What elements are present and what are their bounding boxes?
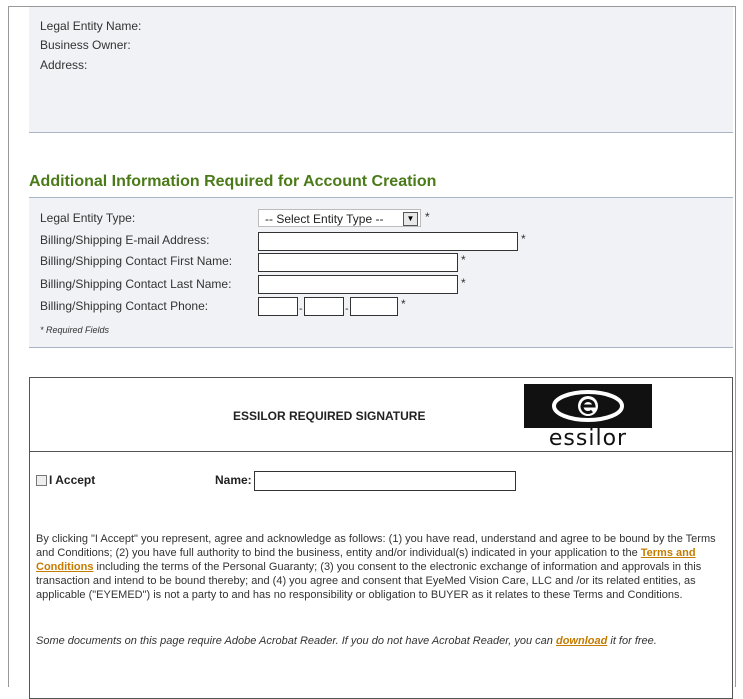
last-name-input[interactable] [258, 275, 458, 294]
name-label: Name: [215, 473, 252, 487]
legal-entity-type-value: -- Select Entity Type -- [265, 212, 384, 226]
address-label: Address: [40, 58, 88, 72]
essilor-logo-icon [524, 384, 652, 428]
legal-entity-name-label: Legal Entity Name: [40, 19, 142, 33]
acrobat-text-after: it for free. [607, 635, 657, 647]
accept-label[interactable]: I Accept [49, 473, 95, 487]
phone-label: Billing/Shipping Contact Phone: [40, 299, 209, 313]
required-asterisk: * [425, 210, 430, 224]
last-name-label: Billing/Shipping Contact Last Name: [40, 277, 232, 291]
signature-name-input[interactable] [254, 471, 516, 491]
acrobat-text-before: Some documents on this page require Adob… [36, 635, 556, 647]
terms-text-before: By clicking "I Accept" you represent, ag… [36, 533, 716, 559]
required-fields-note: * Required Fields [40, 325, 110, 335]
signature-title: ESSILOR REQUIRED SIGNATURE [233, 409, 426, 423]
first-name-input[interactable] [258, 253, 458, 272]
phone-separator: - [345, 303, 349, 315]
required-asterisk: * [401, 297, 406, 311]
additional-info-panel: Legal Entity Type: -- Select Entity Type… [29, 197, 733, 348]
required-asterisk: * [521, 232, 526, 246]
page-frame: Legal Entity Name: Business Owner: Addre… [8, 6, 736, 699]
business-owner-label: Business Owner: [40, 38, 131, 52]
required-asterisk: * [461, 276, 466, 290]
terms-paragraph: By clicking "I Accept" you represent, ag… [36, 532, 726, 602]
acrobat-note: Some documents on this page require Adob… [36, 634, 726, 648]
required-asterisk: * [461, 253, 466, 267]
email-label: Billing/Shipping E-mail Address: [40, 233, 210, 247]
accept-checkbox[interactable] [36, 475, 47, 486]
phone-line-input[interactable] [350, 297, 398, 316]
phone-area-input[interactable] [258, 297, 298, 316]
email-input[interactable] [258, 232, 518, 251]
signature-header: ESSILOR REQUIRED SIGNATURE essilor [30, 378, 732, 452]
essilor-logo-text: essilor [548, 426, 628, 451]
legal-entity-type-select[interactable]: -- Select Entity Type -- ▼ [258, 209, 421, 227]
entity-info-panel: Legal Entity Name: Business Owner: Addre… [29, 7, 733, 133]
phone-separator: - [299, 303, 303, 315]
legal-entity-type-label: Legal Entity Type: [40, 211, 136, 225]
dropdown-arrow-icon[interactable]: ▼ [403, 212, 418, 226]
first-name-label: Billing/Shipping Contact First Name: [40, 254, 233, 268]
phone-prefix-input[interactable] [304, 297, 344, 316]
download-link[interactable]: download [556, 635, 607, 647]
section-title: Additional Information Required for Acco… [29, 173, 437, 190]
terms-text-after: including the terms of the Personal Guar… [36, 561, 702, 601]
signature-box: ESSILOR REQUIRED SIGNATURE essilor I Acc… [29, 377, 733, 699]
essilor-logo: essilor [524, 384, 652, 452]
